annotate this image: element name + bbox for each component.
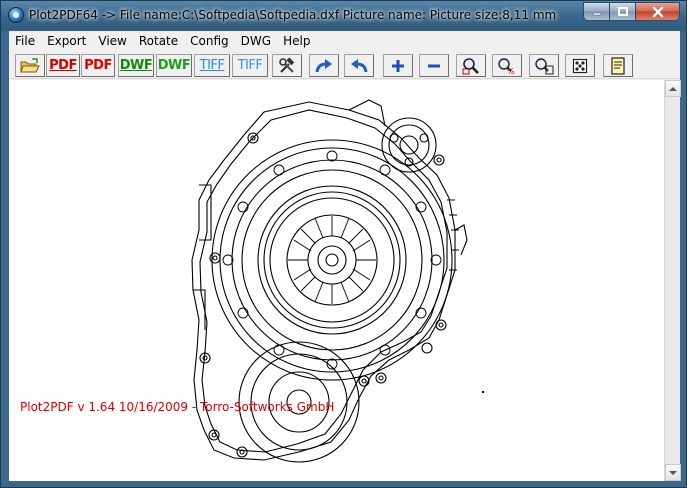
toolbar: PDF PDF DWF DWF TIFF TIFF % [9, 51, 680, 79]
redo-button[interactable] [309, 54, 339, 77]
menu-help[interactable]: Help [277, 31, 316, 51]
close-button[interactable] [636, 2, 680, 21]
export-pdf-batch-button[interactable]: PDF [81, 54, 115, 77]
dwf2-label: DWF [157, 58, 191, 73]
layers-button[interactable] [565, 54, 595, 77]
vertical-scrollbar[interactable] [664, 80, 681, 481]
menu-file[interactable]: File [9, 31, 41, 51]
open-file-button[interactable] [15, 54, 45, 77]
export-dwf-batch-button[interactable]: DWF [156, 54, 192, 77]
minimize-icon [592, 12, 601, 15]
cad-drawing [191, 99, 484, 463]
export-dwf-button[interactable]: DWF [118, 54, 154, 77]
menu-bar: File Export View Rotate Config DWG Help [9, 31, 680, 51]
menu-export[interactable]: Export [41, 31, 92, 51]
grid-icon [572, 58, 588, 73]
zoom-in-button[interactable] [383, 54, 413, 77]
pdf2-label: PDF [84, 58, 112, 73]
app-icon[interactable] [8, 7, 24, 23]
app-window: Plot2PDF64 -> File name:C:\Softpedia\Sof… [0, 0, 687, 488]
tools-icon [279, 56, 295, 73]
zoom-all-button[interactable] [529, 54, 559, 77]
version-label: Plot2PDF v 1.64 10/16/2009 - Torro-Softw… [20, 400, 335, 414]
close-icon [652, 6, 663, 17]
minimize-button[interactable] [583, 2, 610, 21]
export-pdf-button[interactable]: PDF [46, 54, 80, 77]
zoom-out-button[interactable] [419, 54, 449, 77]
maximize-button[interactable] [610, 2, 636, 21]
menu-dwg[interactable]: DWG [235, 31, 277, 51]
magnifier-icon [462, 57, 479, 74]
export-tiff-batch-button[interactable]: TIFF [232, 54, 268, 77]
minus-icon [428, 64, 440, 67]
menu-rotate[interactable]: Rotate [133, 31, 184, 51]
client-area: File Export View Rotate Config DWG Help … [9, 31, 681, 481]
tiff-label: TIFF [199, 58, 225, 73]
zoom-window-button[interactable] [456, 54, 486, 77]
drawing-canvas[interactable]: Plot2PDF v 1.64 10/16/2009 - Torro-Softw… [9, 80, 664, 481]
svg-text:%: % [507, 67, 515, 75]
info-button[interactable] [603, 54, 633, 77]
chevron-up-icon [669, 86, 677, 91]
maximize-icon [617, 6, 628, 16]
plus-icon [392, 59, 404, 72]
note-icon [611, 56, 625, 75]
open-folder-icon [20, 57, 40, 72]
tiff2-label: TIFF [237, 58, 263, 73]
undo-button[interactable] [344, 54, 374, 77]
pdf-label: PDF [49, 58, 77, 73]
caption-buttons [583, 2, 680, 22]
chevron-down-icon [669, 470, 677, 475]
zoom-percent-icon: % [498, 57, 515, 75]
dwf-label: DWF [119, 58, 153, 73]
undo-arrow-icon [351, 58, 368, 72]
menu-config[interactable]: Config [184, 31, 235, 51]
scroll-up-button[interactable] [665, 80, 681, 97]
redo-arrow-icon [315, 58, 332, 72]
zoom-extents-icon [535, 57, 554, 74]
menu-view[interactable]: View [92, 31, 132, 51]
zoom-percent-button[interactable]: % [492, 54, 522, 77]
export-tiff-button[interactable]: TIFF [194, 54, 230, 77]
scroll-down-button[interactable] [665, 464, 681, 481]
tools-button[interactable] [272, 54, 302, 77]
window-title: Plot2PDF64 -> File name:C:\Softpedia\Sof… [29, 8, 557, 22]
title-bar[interactable]: Plot2PDF64 -> File name:C:\Softpedia\Sof… [1, 1, 686, 31]
